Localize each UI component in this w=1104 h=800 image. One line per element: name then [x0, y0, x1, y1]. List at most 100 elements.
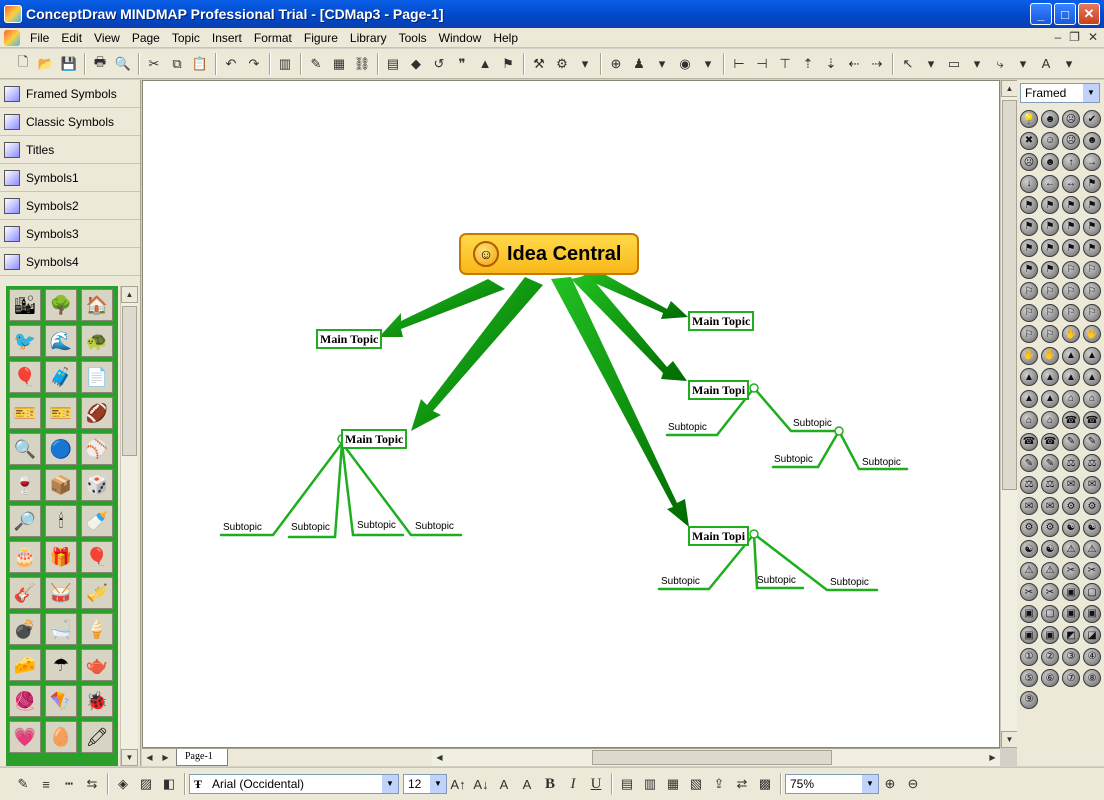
dropdown-arrow-icon[interactable]: ▾ — [574, 53, 596, 75]
clipart-symbol-icon[interactable]: 🎈 — [9, 361, 41, 393]
dropdown-arrow-icon[interactable]: ▾ — [1012, 53, 1034, 75]
marker-symbol-icon[interactable]: ⚐ — [1041, 282, 1059, 300]
clipart-symbol-icon[interactable]: 🎂 — [9, 541, 41, 573]
marker-symbol-icon[interactable]: ✖ — [1020, 131, 1038, 150]
marker-symbol-icon[interactable]: ▲ — [1083, 346, 1101, 365]
font-size-select[interactable]: 12 ▼ — [403, 774, 447, 794]
menu-figure[interactable]: Figure — [298, 28, 344, 48]
add-callout-icon[interactable]: ⊤ — [774, 53, 796, 75]
marker-symbol-icon[interactable]: ⚐ — [1062, 303, 1080, 322]
marker-symbol-icon[interactable]: ⑧ — [1083, 669, 1101, 687]
clipart-symbol-icon[interactable]: 🎁 — [45, 541, 77, 573]
document-icon[interactable] — [4, 29, 20, 46]
dropdown-arrow-icon[interactable]: ▾ — [920, 53, 942, 75]
font-select[interactable]: Ŧ Arial (Occidental) ▼ — [189, 774, 399, 794]
marker-symbol-icon[interactable]: ☻ — [1041, 153, 1059, 171]
move-up-icon[interactable]: ⇡ — [797, 53, 819, 75]
font-color-icon[interactable]: A — [493, 773, 515, 795]
clipart-symbol-icon[interactable]: 🐞 — [81, 685, 113, 717]
move-down-icon[interactable]: ⇣ — [820, 53, 842, 75]
clipart-symbol-icon[interactable]: 🥚 — [45, 721, 77, 753]
pencil-icon[interactable]: ✎ — [305, 53, 327, 75]
marker-symbol-icon[interactable]: ☺ — [1041, 131, 1059, 150]
canvas-vertical-scrollbar[interactable]: ▲ ▼ — [1000, 80, 1018, 748]
marker-symbol-icon[interactable]: ☎ — [1020, 432, 1038, 451]
clipart-symbol-icon[interactable]: 🎈 — [81, 541, 113, 573]
marker-symbol-icon[interactable]: ⚖ — [1020, 475, 1038, 494]
marker-symbol-icon[interactable]: ⚑ — [1041, 217, 1059, 236]
new-icon[interactable]: 🗋 — [12, 53, 34, 75]
open-folder-icon[interactable]: 📂 — [35, 53, 57, 75]
marker-symbol-icon[interactable]: ▢ — [1041, 604, 1059, 623]
marker-symbol-icon[interactable]: ✂ — [1062, 561, 1080, 580]
relation-icon[interactable]: ↺ — [428, 53, 450, 75]
subtopic[interactable]: Subtopic — [668, 422, 707, 434]
marker-symbol-icon[interactable]: ⚐ — [1062, 260, 1080, 279]
marker-symbol-icon[interactable]: ⚖ — [1062, 454, 1080, 472]
menu-format[interactable]: Format — [248, 28, 298, 48]
clipart-symbol-icon[interactable]: 🔵 — [45, 433, 77, 465]
clipart-symbol-icon[interactable]: 🧀 — [9, 649, 41, 681]
undo-icon[interactable]: ↶ — [220, 53, 242, 75]
library-tab-symbols1[interactable]: Symbols1 — [0, 164, 140, 192]
report-icon[interactable]: ▧ — [685, 773, 707, 795]
marker-symbol-icon[interactable]: ⑨ — [1020, 690, 1038, 709]
marker-symbol-icon[interactable]: ☻ — [1041, 110, 1059, 128]
marker-symbol-icon[interactable]: ⌂ — [1020, 411, 1038, 429]
marker-symbol-icon[interactable]: ☎ — [1062, 411, 1080, 429]
main-topic[interactable]: Main Topic — [316, 329, 383, 349]
collapse-toggle-icon[interactable] — [834, 426, 844, 436]
subtopic[interactable]: Subtopic — [223, 522, 262, 534]
scroll-up-icon[interactable]: ▲ — [1001, 80, 1018, 97]
dropdown-arrow-icon[interactable]: ▾ — [966, 53, 988, 75]
marker-symbol-icon[interactable]: ✋ — [1083, 325, 1101, 343]
marker-symbol-icon[interactable]: ☯ — [1020, 540, 1038, 558]
export-icon[interactable]: ⇪ — [708, 773, 730, 795]
chevron-down-icon[interactable]: ▼ — [430, 775, 446, 793]
marker-symbol-icon[interactable]: ▲ — [1041, 389, 1059, 408]
clipart-symbol-icon[interactable]: 💗 — [9, 721, 41, 753]
menu-insert[interactable]: Insert — [206, 28, 248, 48]
marker-symbol-icon[interactable]: ⚑ — [1062, 217, 1080, 236]
marker-symbol-icon[interactable]: ⚑ — [1020, 196, 1038, 214]
pointer-icon[interactable]: ↖ — [897, 53, 919, 75]
clipart-symbol-icon[interactable]: 🌳 — [45, 289, 77, 321]
collapse-toggle-icon[interactable] — [749, 529, 759, 539]
subtopic[interactable]: Subtopic — [757, 575, 796, 587]
clipart-symbol-icon[interactable]: 💣 — [9, 613, 41, 645]
cut-icon[interactable]: ✂ — [143, 53, 165, 75]
symbol-style-select[interactable]: Framed ▼ — [1020, 83, 1100, 103]
demote-icon[interactable]: ⇢ — [866, 53, 888, 75]
marker-symbol-icon[interactable]: ⚐ — [1083, 260, 1101, 279]
clipart-symbol-icon[interactable]: 🎺 — [81, 577, 113, 609]
marker-symbol-icon[interactable]: ✔ — [1083, 110, 1101, 128]
menu-page[interactable]: Page — [126, 28, 166, 48]
scroll-thumb[interactable] — [122, 306, 137, 456]
subtopic[interactable]: Subtopic — [830, 577, 869, 589]
main-topic[interactable]: Main Topic — [341, 429, 408, 449]
marker-symbol-icon[interactable]: 💡 — [1020, 110, 1038, 128]
marker-symbol-icon[interactable]: ⑥ — [1041, 669, 1059, 687]
minimize-button[interactable]: _ — [1030, 3, 1052, 25]
marker-symbol-icon[interactable]: ⚑ — [1020, 260, 1038, 279]
marker-symbol-icon[interactable]: ① — [1020, 647, 1038, 666]
marker-symbol-icon[interactable]: ☯ — [1083, 518, 1101, 537]
marker-symbol-icon[interactable]: ☎ — [1083, 411, 1101, 429]
clipart-symbol-icon[interactable]: ☂ — [45, 649, 77, 681]
zoom-out-icon[interactable]: ⊖ — [902, 773, 924, 795]
scroll-thumb[interactable] — [592, 750, 832, 765]
subtopic[interactable]: Subtopic — [661, 576, 700, 588]
marker-symbol-icon[interactable]: ③ — [1062, 647, 1080, 666]
chart-icon[interactable]: ▩ — [754, 773, 776, 795]
marker-symbol-icon[interactable]: ✎ — [1062, 432, 1080, 451]
clipart-symbol-icon[interactable]: 🎲 — [81, 469, 113, 501]
marker-symbol-icon[interactable]: ☯ — [1041, 540, 1059, 558]
clipart-symbol-icon[interactable]: ⚾ — [81, 433, 113, 465]
line-ends-icon[interactable]: ⇆ — [81, 773, 103, 795]
marker-symbol-icon[interactable]: ⚙ — [1041, 518, 1059, 537]
fill-pattern-icon[interactable]: ▨ — [135, 773, 157, 795]
save-icon[interactable]: 💾 — [58, 53, 80, 75]
marker-symbol-icon[interactable]: ⚐ — [1041, 325, 1059, 343]
paste-icon[interactable]: 📋 — [189, 53, 211, 75]
marker-symbol-icon[interactable]: ⚑ — [1041, 260, 1059, 279]
